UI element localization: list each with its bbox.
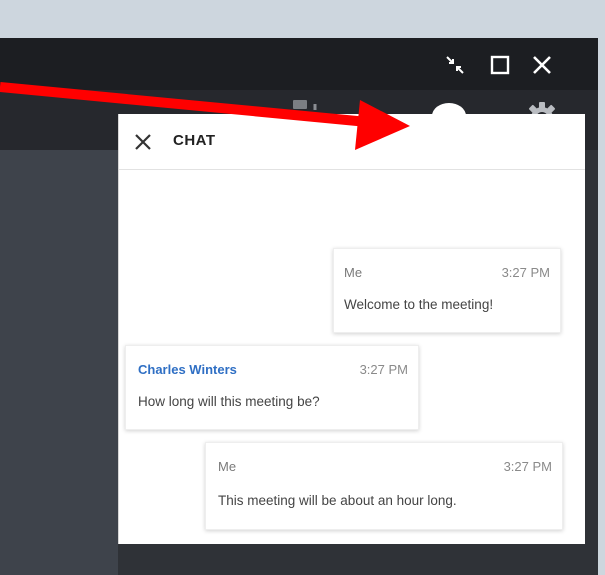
chat-message: Me 3:27 PM This meeting will be about an…: [205, 442, 563, 530]
shrink-arrows-icon[interactable]: [444, 54, 466, 76]
message-time: 3:27 PM: [501, 265, 550, 280]
message-text: How long will this meeting be?: [138, 394, 320, 409]
title-bar: [0, 38, 598, 90]
message-sender: Me: [344, 265, 363, 280]
message-sender: Me: [218, 459, 237, 474]
close-icon[interactable]: [531, 54, 553, 76]
message-time: 3:27 PM: [359, 362, 408, 377]
maximize-icon[interactable]: [489, 54, 511, 76]
video-area: [0, 150, 118, 575]
message-text: This meeting will be about an hour long.: [218, 493, 457, 508]
chat-header: CHAT: [119, 114, 585, 170]
chat-message: Charles Winters 3:27 PM How long will th…: [125, 345, 419, 430]
message-text: Welcome to the meeting!: [344, 297, 494, 312]
close-chat-icon[interactable]: [133, 132, 153, 152]
chat-message: Me 3:27 PM Welcome to the meeting!: [333, 248, 561, 333]
message-sender: Charles Winters: [138, 362, 237, 377]
chat-title: CHAT: [173, 132, 216, 149]
message-time: 3:27 PM: [503, 459, 552, 474]
chat-panel: CHAT Me 3:27 PM Welcome to the meeting! …: [118, 114, 585, 544]
